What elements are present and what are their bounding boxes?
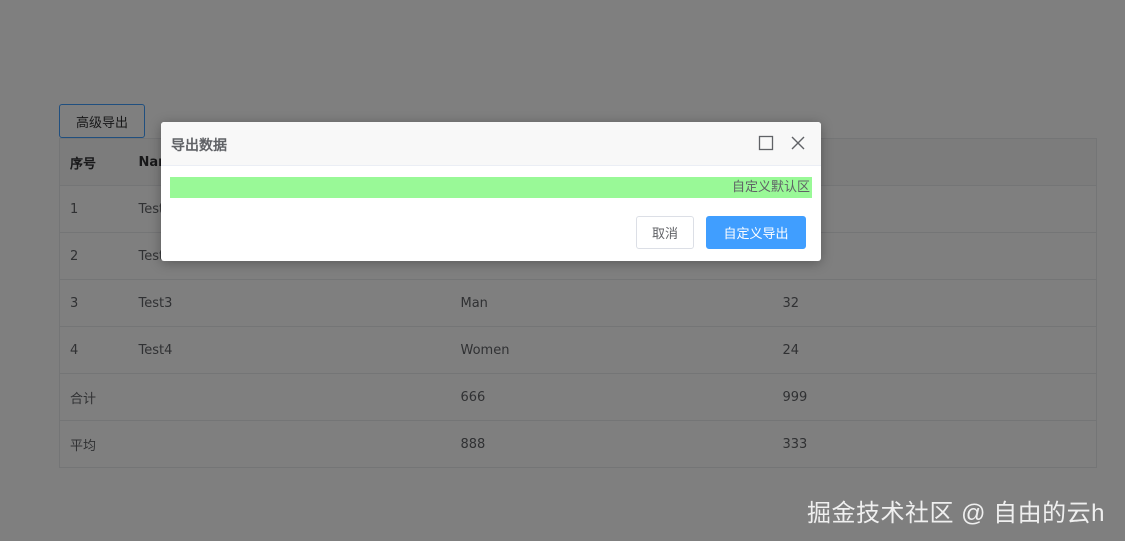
export-dialog: 导出数据 自定义默认区 取消 自定义导出 bbox=[161, 122, 821, 261]
dialog-header: 导出数据 bbox=[161, 122, 821, 166]
close-icon[interactable] bbox=[789, 134, 807, 152]
custom-export-button[interactable]: 自定义导出 bbox=[706, 216, 806, 249]
dialog-title: 导出数据 bbox=[171, 138, 227, 154]
maximize-icon[interactable] bbox=[757, 134, 775, 152]
watermark: 掘金技术社区 @ 自由的云h bbox=[806, 500, 1105, 527]
modal-overlay[interactable] bbox=[0, 0, 1125, 541]
custom-default-area: 自定义默认区 bbox=[170, 177, 812, 198]
cancel-button[interactable]: 取消 bbox=[636, 216, 694, 249]
